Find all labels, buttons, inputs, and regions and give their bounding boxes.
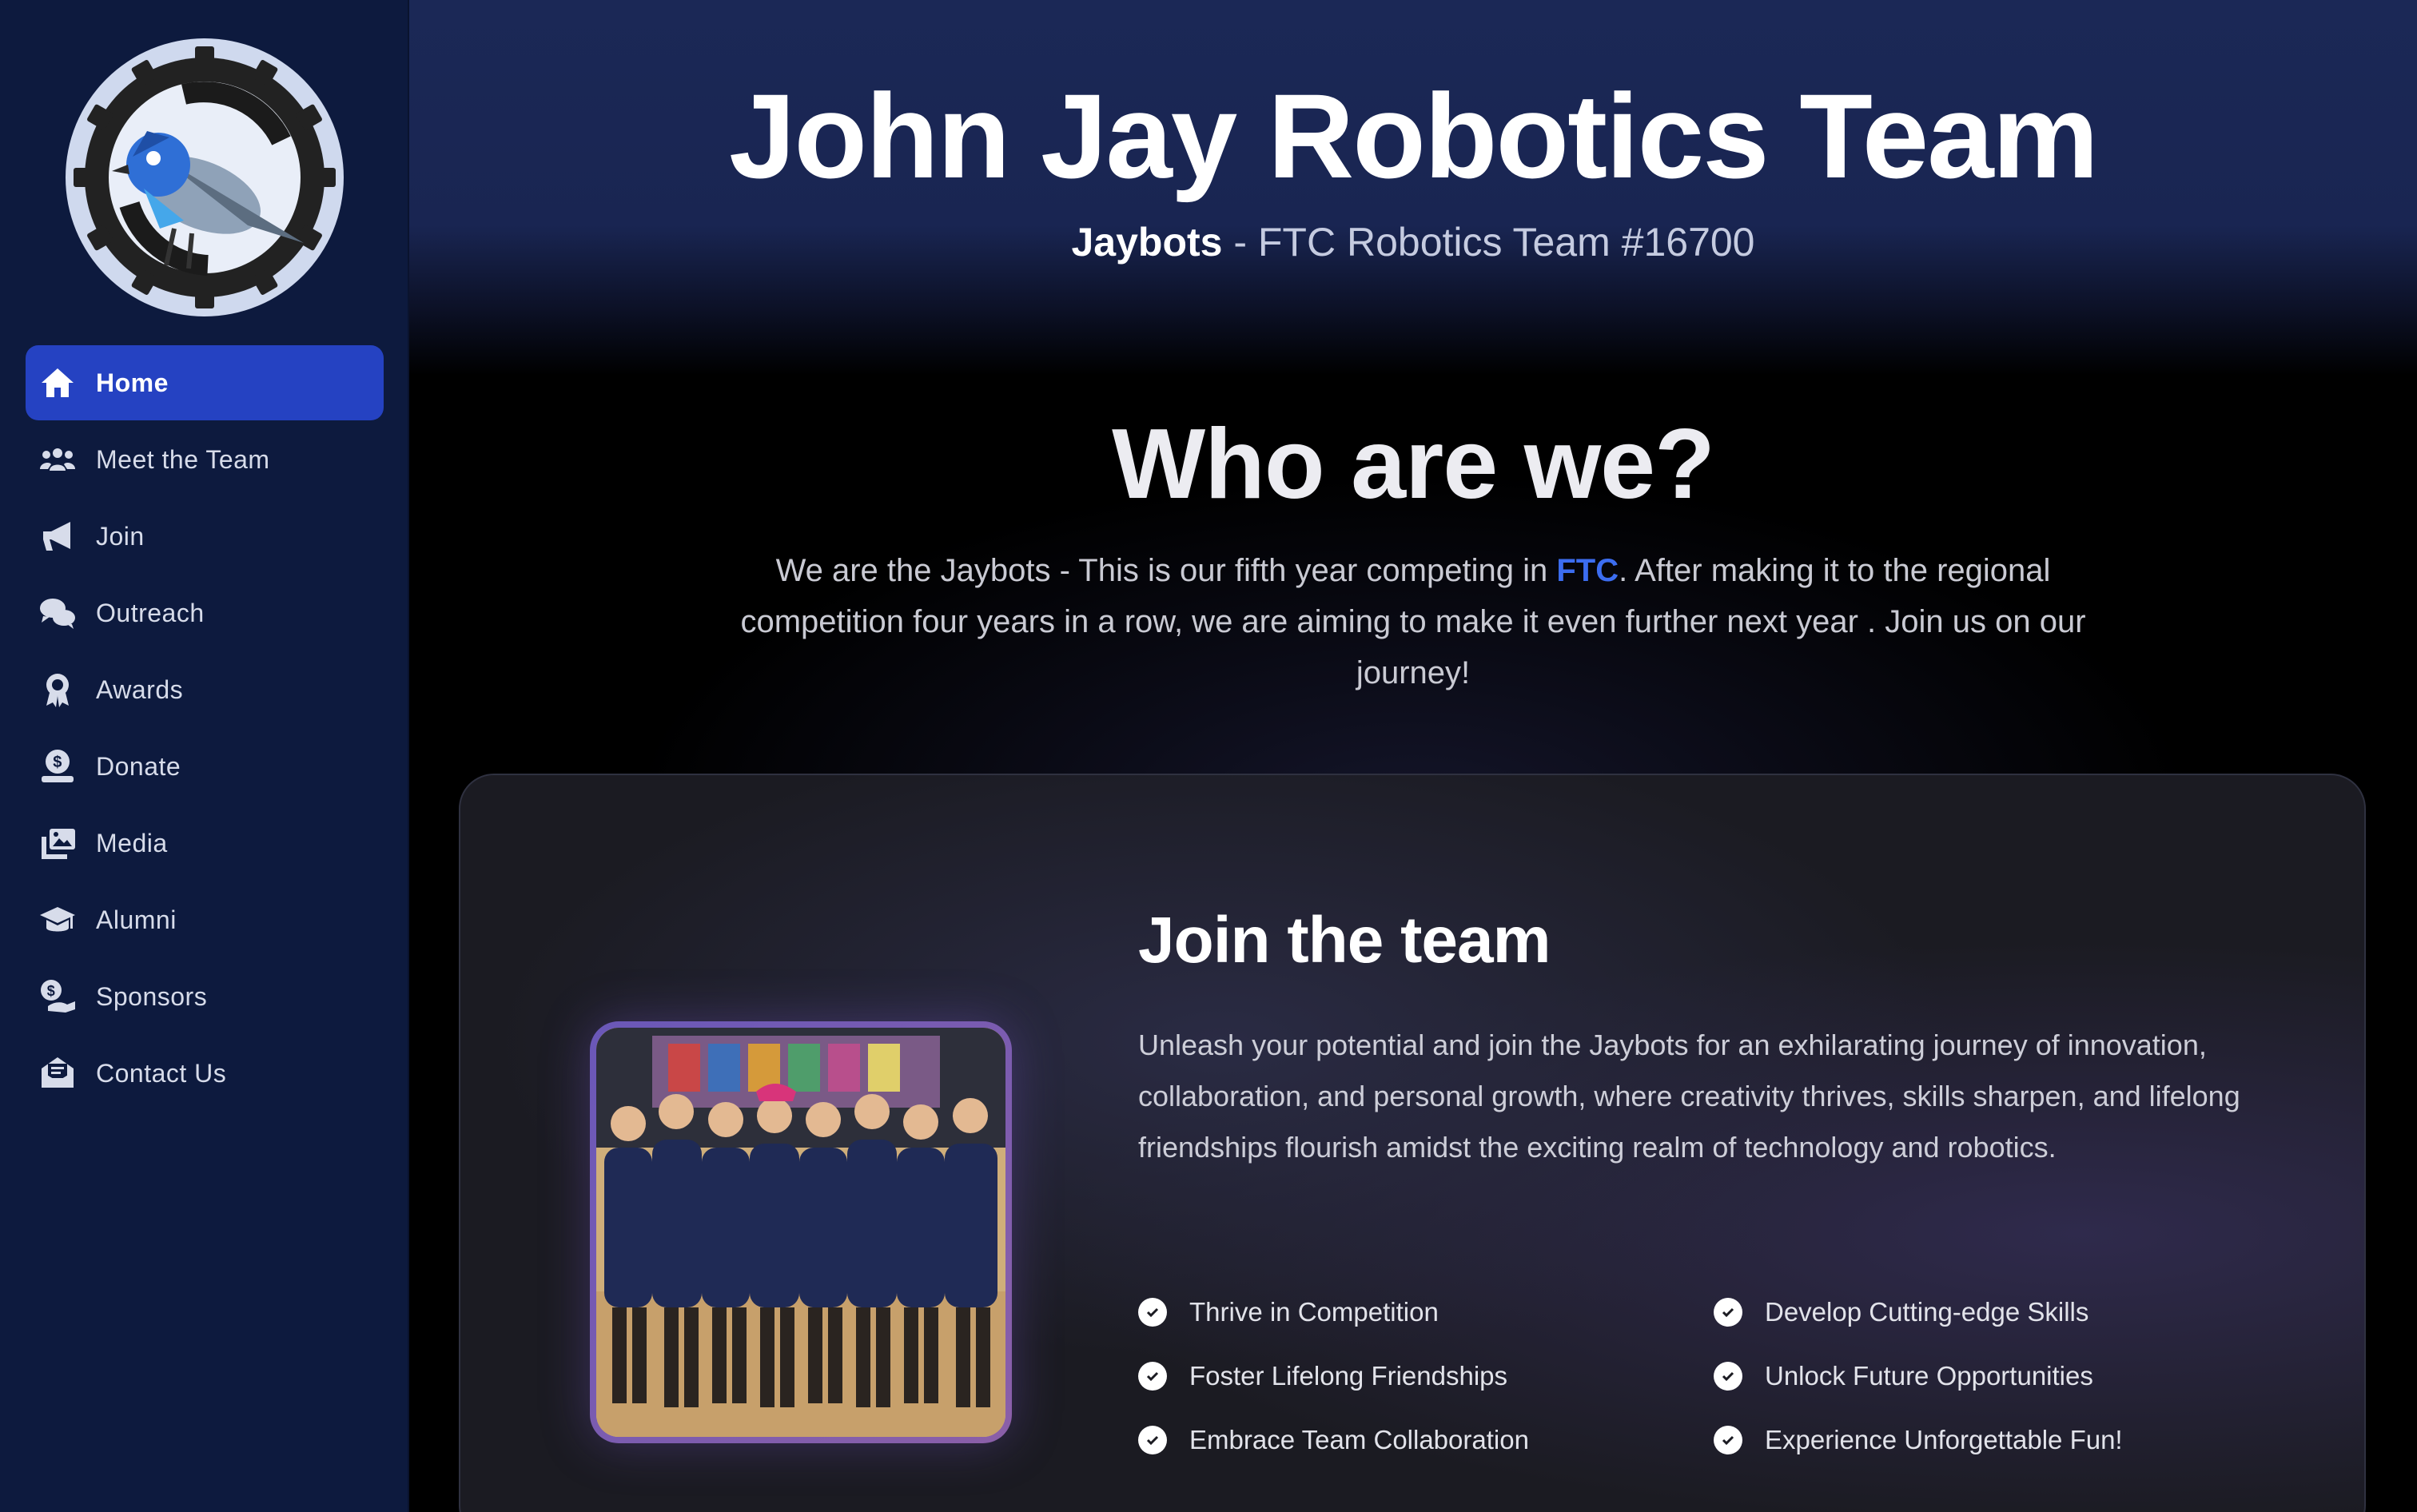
sidebar-item-media[interactable]: Media [26, 806, 384, 881]
hand-coin-icon: $ [37, 746, 78, 787]
feature-label: Experience Unforgettable Fun! [1765, 1425, 2123, 1454]
sidebar-item-outreach[interactable]: Outreach [26, 575, 384, 651]
join-card: Join the team Unleash your potential and… [459, 774, 2366, 1512]
feature-label: Thrive in Competition [1189, 1297, 1439, 1327]
sidebar-item-label: Meet the Team [96, 444, 270, 474]
sidebar-item-label: Media [96, 828, 168, 857]
page-subtitle: Jaybots - FTC Robotics Team #16700 [409, 219, 2417, 265]
sidebar-item-label: Alumni [96, 905, 177, 934]
sidebar-item-join[interactable]: Join [26, 499, 384, 574]
sidebar-item-home[interactable]: Home [26, 345, 384, 420]
sidebar-item-awards[interactable]: Awards [26, 652, 384, 727]
home-icon [37, 362, 78, 404]
feature-label: Develop Cutting-edge Skills [1765, 1297, 2089, 1327]
chat-bubbles-icon [37, 592, 78, 634]
envelope-open-icon [37, 1052, 78, 1094]
sidebar-item-sponsors[interactable]: $ Sponsors [26, 959, 384, 1034]
ftc-link[interactable]: FTC [1556, 553, 1619, 588]
megaphone-icon [37, 515, 78, 557]
people-group-icon [37, 439, 78, 480]
feature-item: Foster Lifelong Friendships [1138, 1352, 1507, 1400]
check-circle-icon [1138, 1298, 1167, 1327]
svg-text:$: $ [47, 983, 56, 999]
sidebar-item-label: Donate [96, 751, 181, 781]
page-header: John Jay Robotics Team Jaybots - FTC Rob… [409, 0, 2417, 376]
sidebar: Home Meet the Team Join Outreach Awards … [0, 0, 409, 1512]
sidebar-item-contact-us[interactable]: Contact Us [26, 1036, 384, 1111]
photos-icon [37, 822, 78, 864]
check-circle-icon [1138, 1362, 1167, 1391]
who-text-before: We are the Jaybots - This is our fifth y… [775, 553, 1557, 588]
sidebar-item-label: Outreach [96, 598, 205, 627]
team-photo [596, 1028, 1005, 1437]
sidebar-nav: Home Meet the Team Join Outreach Awards … [26, 345, 384, 1112]
page-title: John Jay Robotics Team [729, 69, 2099, 203]
check-circle-icon [1714, 1362, 1742, 1391]
sidebar-item-meet-the-team[interactable]: Meet the Team [26, 422, 384, 497]
feature-label: Unlock Future Opportunities [1765, 1361, 2093, 1391]
join-description: Unleash your potential and join the Jayb… [1138, 1029, 2240, 1164]
sponsor-coins-icon: $ [37, 976, 78, 1017]
check-circle-icon [1714, 1426, 1742, 1454]
sidebar-item-label: Contact Us [96, 1058, 227, 1088]
sidebar-item-donate[interactable]: $ Donate [26, 729, 384, 804]
app-root: Home Meet the Team Join Outreach Awards … [0, 0, 2417, 1512]
sidebar-item-label: Awards [96, 674, 184, 704]
subtitle-brand: Jaybots [1071, 220, 1223, 265]
feature-item: Develop Cutting-edge Skills [1714, 1288, 2088, 1336]
feature-item: Unlock Future Opportunities [1714, 1352, 2093, 1400]
join-title: Join the team [1138, 904, 1551, 977]
sidebar-item-label: Join [96, 521, 145, 551]
sidebar-item-label: Home [96, 368, 169, 397]
jaybots-logo[interactable] [64, 37, 345, 318]
who-title: Who are we? [1112, 409, 1715, 519]
feature-item: Thrive in Competition [1138, 1288, 1439, 1336]
award-ribbon-icon [37, 669, 78, 710]
feature-label: Foster Lifelong Friendships [1189, 1361, 1508, 1391]
feature-item: Embrace Team Collaboration [1138, 1416, 1529, 1464]
who-description: We are the Jaybots - This is our fifth y… [713, 545, 2113, 698]
check-circle-icon [1138, 1426, 1167, 1454]
who-section: Who are we? We are the Jaybots - This is… [409, 376, 2417, 775]
graduation-cap-icon [37, 899, 78, 941]
team-photo-frame [590, 1021, 1012, 1443]
svg-text:$: $ [53, 754, 62, 771]
subtitle-rest: - FTC Robotics Team #16700 [1222, 220, 1755, 265]
sidebar-item-alumni[interactable]: Alumni [26, 882, 384, 957]
feature-item: Experience Unforgettable Fun! [1714, 1416, 2123, 1464]
sidebar-item-label: Sponsors [96, 981, 208, 1011]
check-circle-icon [1714, 1298, 1742, 1327]
feature-label: Embrace Team Collaboration [1189, 1425, 1529, 1454]
